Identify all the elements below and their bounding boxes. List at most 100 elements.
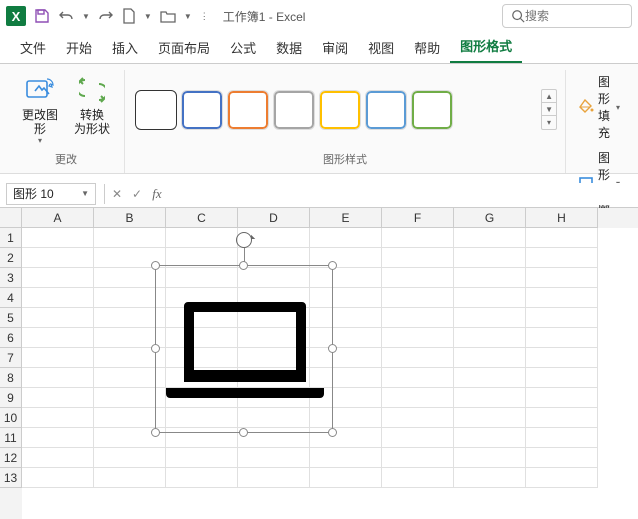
row-header[interactable]: 1: [0, 228, 22, 248]
tab-插入[interactable]: 插入: [102, 32, 148, 63]
cell[interactable]: [526, 308, 598, 328]
column-header[interactable]: G: [454, 208, 526, 228]
enter-formula-icon[interactable]: ✓: [127, 187, 147, 201]
cell[interactable]: [454, 388, 526, 408]
cell[interactable]: [526, 328, 598, 348]
cell[interactable]: [454, 288, 526, 308]
cell[interactable]: [382, 428, 454, 448]
cell[interactable]: [22, 448, 94, 468]
cell[interactable]: [22, 468, 94, 488]
cell[interactable]: [526, 268, 598, 288]
chevron-down-icon[interactable]: ▼: [81, 189, 89, 198]
tab-帮助[interactable]: 帮助: [404, 32, 450, 63]
resize-handle[interactable]: [151, 344, 160, 353]
change-shape-button[interactable]: 更改图 形 ▾: [16, 70, 64, 149]
fx-icon[interactable]: fx: [147, 186, 167, 202]
rotate-handle-icon[interactable]: [236, 232, 252, 248]
resize-handle[interactable]: [328, 261, 337, 270]
chevron-down-icon[interactable]: ▼: [82, 12, 90, 21]
row-header[interactable]: 3: [0, 268, 22, 288]
cell[interactable]: [454, 228, 526, 248]
name-box[interactable]: 图形 10 ▼: [6, 183, 96, 205]
cell[interactable]: [526, 348, 598, 368]
style-thumbnail[interactable]: [411, 90, 453, 130]
resize-handle[interactable]: [151, 261, 160, 270]
cell[interactable]: [22, 288, 94, 308]
cell[interactable]: [310, 468, 382, 488]
cell[interactable]: [382, 248, 454, 268]
select-all-corner[interactable]: [0, 208, 22, 228]
cell[interactable]: [94, 228, 166, 248]
cell[interactable]: [526, 228, 598, 248]
cell[interactable]: [526, 248, 598, 268]
chevron-down-icon[interactable]: ▼: [144, 12, 152, 21]
cell[interactable]: [454, 348, 526, 368]
cell[interactable]: [526, 408, 598, 428]
cell[interactable]: [454, 248, 526, 268]
cell[interactable]: [238, 448, 310, 468]
column-header[interactable]: E: [310, 208, 382, 228]
shape-style-gallery[interactable]: [133, 88, 533, 132]
cell[interactable]: [238, 468, 310, 488]
open-folder-icon[interactable]: [160, 9, 176, 23]
column-header[interactable]: H: [526, 208, 598, 228]
row-header[interactable]: 4: [0, 288, 22, 308]
gallery-down-icon[interactable]: ▼: [542, 103, 556, 116]
cell[interactable]: [382, 408, 454, 428]
redo-icon[interactable]: [98, 8, 114, 24]
column-header[interactable]: C: [166, 208, 238, 228]
cell[interactable]: [454, 368, 526, 388]
row-header[interactable]: 9: [0, 388, 22, 408]
gallery-up-icon[interactable]: ▲: [542, 90, 556, 103]
cell[interactable]: [454, 408, 526, 428]
cell[interactable]: [382, 228, 454, 248]
shape-fill-button[interactable]: 图形填充 ▾: [574, 70, 624, 144]
search-box[interactable]: [502, 4, 632, 28]
selected-shape[interactable]: [155, 265, 333, 433]
cell[interactable]: [382, 308, 454, 328]
convert-to-shape-button[interactable]: 转换 为形状: [68, 70, 116, 140]
cell[interactable]: [526, 468, 598, 488]
row-header[interactable]: 8: [0, 368, 22, 388]
cell[interactable]: [454, 468, 526, 488]
cell[interactable]: [22, 388, 94, 408]
cell[interactable]: [22, 328, 94, 348]
cell[interactable]: [382, 328, 454, 348]
cell[interactable]: [22, 248, 94, 268]
cell[interactable]: [166, 228, 238, 248]
cell[interactable]: [382, 388, 454, 408]
cell[interactable]: [310, 228, 382, 248]
cell[interactable]: [166, 468, 238, 488]
cell[interactable]: [454, 308, 526, 328]
cell[interactable]: [382, 288, 454, 308]
cell[interactable]: [22, 348, 94, 368]
tab-页面布局[interactable]: 页面布局: [148, 32, 220, 63]
tab-视图[interactable]: 视图: [358, 32, 404, 63]
cell[interactable]: [22, 368, 94, 388]
row-header[interactable]: 6: [0, 328, 22, 348]
cell[interactable]: [22, 408, 94, 428]
resize-handle[interactable]: [239, 428, 248, 437]
cell[interactable]: [526, 428, 598, 448]
row-header[interactable]: 7: [0, 348, 22, 368]
resize-handle[interactable]: [151, 428, 160, 437]
column-header[interactable]: A: [22, 208, 94, 228]
resize-handle[interactable]: [328, 344, 337, 353]
cell[interactable]: [382, 368, 454, 388]
cell[interactable]: [382, 268, 454, 288]
tab-公式[interactable]: 公式: [220, 32, 266, 63]
search-input[interactable]: [525, 9, 615, 23]
style-thumbnail[interactable]: [181, 90, 223, 130]
tab-审阅[interactable]: 审阅: [312, 32, 358, 63]
laptop-icon[interactable]: [166, 302, 324, 412]
resize-handle[interactable]: [328, 428, 337, 437]
cell[interactable]: [22, 228, 94, 248]
style-thumbnail[interactable]: [227, 90, 269, 130]
row-header[interactable]: 11: [0, 428, 22, 448]
row-header[interactable]: 5: [0, 308, 22, 328]
cell[interactable]: [94, 448, 166, 468]
cell[interactable]: [526, 288, 598, 308]
new-file-icon[interactable]: [122, 8, 136, 24]
cell[interactable]: [382, 448, 454, 468]
resize-handle[interactable]: [239, 261, 248, 270]
